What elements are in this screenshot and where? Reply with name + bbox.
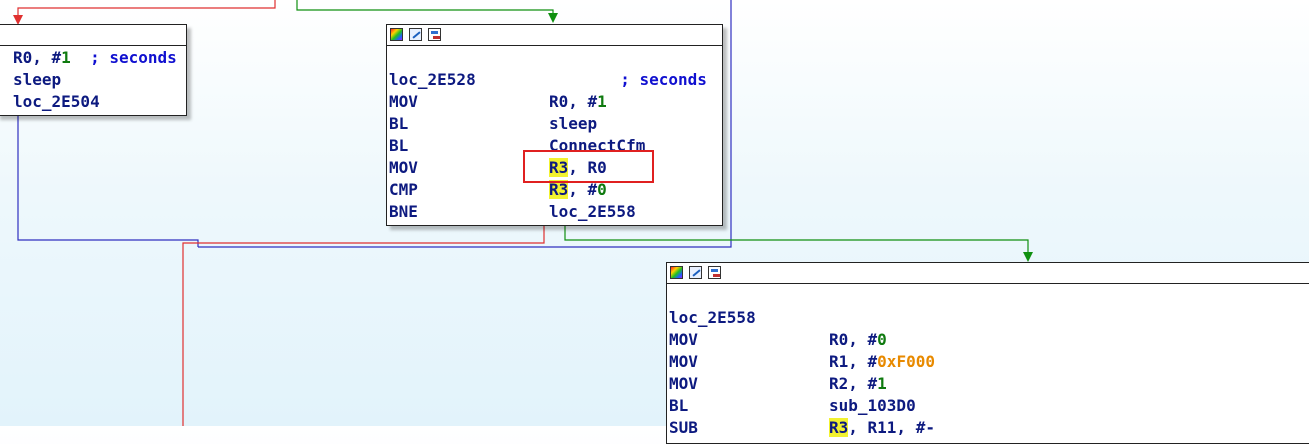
operand-register: R1 [829,352,849,371]
mnemonic: BL [389,114,409,133]
mnemonic: MOV [669,374,698,393]
mnemonic: MOV [669,330,698,349]
graph-view-icon[interactable] [428,28,441,41]
edit-pencil-icon[interactable] [409,28,422,41]
operand-symbol[interactable]: sleep [13,70,61,89]
operand-register: R0 [829,330,849,349]
edge-uncond-left [17,116,199,247]
asm-line: BL sleep [389,113,597,135]
node-header [667,263,1309,284]
color-palette-icon[interactable] [390,28,403,41]
asm-label-line: loc_2E558 [669,307,756,329]
mnemonic: BNE [389,202,418,221]
asm-label-line: loc_2E528 ; seconds [389,69,707,91]
graph-node-loc-2E558[interactable]: loc_2E558 MOV R0, #0 MOV R1, #0xF000 MOV R2… [666,262,1309,444]
asm-line: MOV R1, #0xF000 [669,352,935,371]
block-label[interactable]: loc_2E528 [389,70,476,89]
asm-comment: ; seconds [90,48,177,67]
asm-line: MOV R2, #1 [669,374,887,393]
graph-node-loc-2E504-block[interactable]: R0, #1 ; seconds sleep loc_2E504 [0,24,187,116]
operand-symbol[interactable]: sub_103D0 [829,396,916,415]
graph-node-loc-2E528[interactable]: loc_2E528 ; seconds MOV R0, #1 BL sleep BL… [386,24,723,226]
operand-symbol[interactable]: loc_2E558 [549,202,636,221]
asm-line: BNE loc_2E558 [389,201,636,223]
edge-true-to-right [564,226,1029,253]
block-label[interactable]: loc_2E558 [669,308,756,327]
operand-symbol[interactable]: loc_2E504 [13,92,100,111]
operand-immediate: 0 [877,330,887,349]
asm-line: MOV R0, #0 [669,330,887,349]
asm-line: loc_2E504 [13,91,100,113]
operand-symbol[interactable]: sleep [549,114,597,133]
asm-line: BL sub_103D0 [669,395,916,417]
edge-false-into-left-node [17,0,276,17]
operand-immediate: 1 [877,374,887,393]
mnemonic: BL [669,396,689,415]
graph-view-icon[interactable] [708,266,721,279]
mnemonic: SUB [669,418,698,437]
asm-line: R0, #1 ; seconds [13,48,177,67]
edit-pencil-icon[interactable] [689,266,702,279]
operand-register: R0 [549,92,569,111]
operand-immediate: 1 [61,48,71,67]
highlighted-register[interactable]: R3 [829,418,849,437]
asm-line: SUB R3, R11, #- [669,418,935,437]
node-header [387,25,722,46]
node-header [0,25,186,46]
mnemonic: MOV [389,92,418,111]
color-palette-icon[interactable] [670,266,683,279]
asm-line: sleep [13,69,61,91]
asm-line: MOV R0, #1 [389,92,607,111]
operand-register: R2 [829,374,849,393]
operand-register: R0 [13,48,33,67]
edge-true-into-center-node [296,0,554,15]
annotation-highlight-box [523,150,654,183]
edge-false-from-center [182,226,545,426]
operand-immediate: 1 [597,92,607,111]
asm-comment: ; seconds [620,70,707,89]
mnemonic: MOV [669,352,698,371]
operand-hex-immediate: 0xF000 [877,352,935,371]
